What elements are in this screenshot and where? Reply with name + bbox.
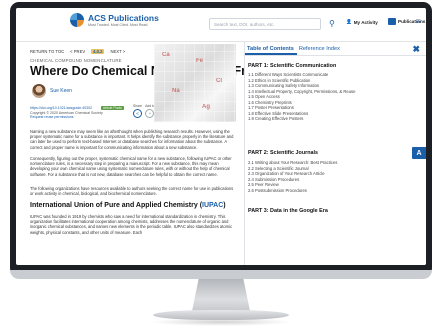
toc-part-2-title[interactable]: PART 2: Scientific Journals bbox=[248, 150, 318, 156]
hero-image: Ca Fe Cl Na Ag bbox=[154, 44, 236, 122]
article-paragraph: Consequently, figuring out the proper, s… bbox=[30, 156, 232, 177]
section-heading: International Union of Pure and Applied … bbox=[30, 202, 226, 209]
monitor-stand-base bbox=[153, 310, 289, 320]
search-icon[interactable]: ⚲ bbox=[329, 19, 335, 28]
toc-panel: Table of Contents Reference Index ✖ PART… bbox=[244, 42, 426, 265]
article-paragraph: IUPAC was founded in 1919 by chemists wh… bbox=[30, 214, 232, 235]
my-activity-link[interactable]: 👤 My Activity bbox=[346, 19, 378, 25]
share-label: Share bbox=[133, 104, 143, 108]
article-category: CHEMICAL COMPOUND NOMENCLATURE bbox=[30, 58, 122, 63]
toc-part-2-list: 2.1 Writing about Your Research: Best Pr… bbox=[248, 160, 368, 193]
toc-part-1-list: 1.1 Different Ways Scientists Communicat… bbox=[248, 72, 368, 122]
close-icon[interactable]: ✖ bbox=[412, 44, 420, 55]
monitor-frame: ACS Publications Most Trusted. Most Cite… bbox=[10, 2, 432, 277]
article-paragraph: The following organizations have resourc… bbox=[30, 186, 234, 197]
section-title: International Union of Pure and Applied … bbox=[30, 202, 203, 209]
panel-tabs: Table of Contents Reference Index bbox=[245, 42, 426, 56]
article-title: Where Do Chemical Names Come From? bbox=[30, 64, 273, 78]
monitor-chin bbox=[10, 270, 432, 279]
share-group: Share < bbox=[133, 104, 142, 118]
search-input[interactable]: Search text, DOI, authors, etc. bbox=[209, 18, 321, 30]
publications-icon bbox=[388, 18, 396, 25]
monitor-stand-neck bbox=[191, 279, 251, 313]
logo-tagline: Most Trusted. Most Cited. Most Read. bbox=[88, 22, 149, 27]
author-name[interactable]: Sue Keen bbox=[50, 88, 72, 94]
toc-item[interactable]: 2.6 Postsubmission Procedures bbox=[248, 188, 368, 194]
section-title-close: ) bbox=[223, 202, 226, 209]
toc-part-3-title[interactable]: PART 3: Data in the Google Era bbox=[248, 208, 328, 214]
author-avatar bbox=[32, 84, 46, 98]
monitor-screen: ACS Publications Most Trusted. Most Cite… bbox=[16, 8, 426, 265]
article-paragraph: Naming a new substance may seem like an … bbox=[30, 129, 234, 150]
share-actions: Share < Add to + bbox=[133, 104, 155, 118]
acs-logo[interactable]: ACS Publications Most Trusted. Most Cite… bbox=[70, 13, 159, 27]
publications-label: Publications bbox=[398, 19, 426, 24]
tab-reference-index[interactable]: Reference Index bbox=[297, 42, 343, 55]
next-link[interactable]: NEXT > bbox=[110, 49, 125, 54]
logo-title: ACS Publications bbox=[88, 12, 159, 23]
share-icon[interactable]: < bbox=[133, 109, 143, 118]
article-nav: RETURN TO TOC < PREV 4.0.2 NEXT > bbox=[30, 49, 125, 54]
current-section-badge: 4.0.2 bbox=[91, 49, 105, 54]
iupac-link[interactable]: IUPAC bbox=[202, 202, 223, 209]
hamburger-menu-icon[interactable]: ≡ bbox=[416, 17, 421, 26]
toc-item[interactable]: 1.9 Creating Effective Posters bbox=[248, 116, 368, 122]
toc-part-1-title[interactable]: PART 1: Scientific Communication bbox=[248, 63, 336, 69]
reuse-permissions-link[interactable]: Request reuse permissions bbox=[30, 115, 120, 120]
accessibility-badge[interactable]: A bbox=[412, 147, 426, 159]
acs-logo-icon bbox=[70, 13, 84, 27]
article-pools-badge[interactable]: Article Pools bbox=[101, 106, 124, 110]
user-icon: 👤 bbox=[346, 19, 352, 24]
site-header: ACS Publications Most Trusted. Most Cite… bbox=[16, 8, 426, 42]
tab-table-of-contents[interactable]: Table of Contents bbox=[245, 42, 297, 55]
prev-link[interactable]: < PREV bbox=[70, 49, 85, 54]
my-activity-label: My Activity bbox=[353, 19, 378, 25]
back-to-toc-link[interactable]: RETURN TO TOC bbox=[30, 49, 64, 54]
